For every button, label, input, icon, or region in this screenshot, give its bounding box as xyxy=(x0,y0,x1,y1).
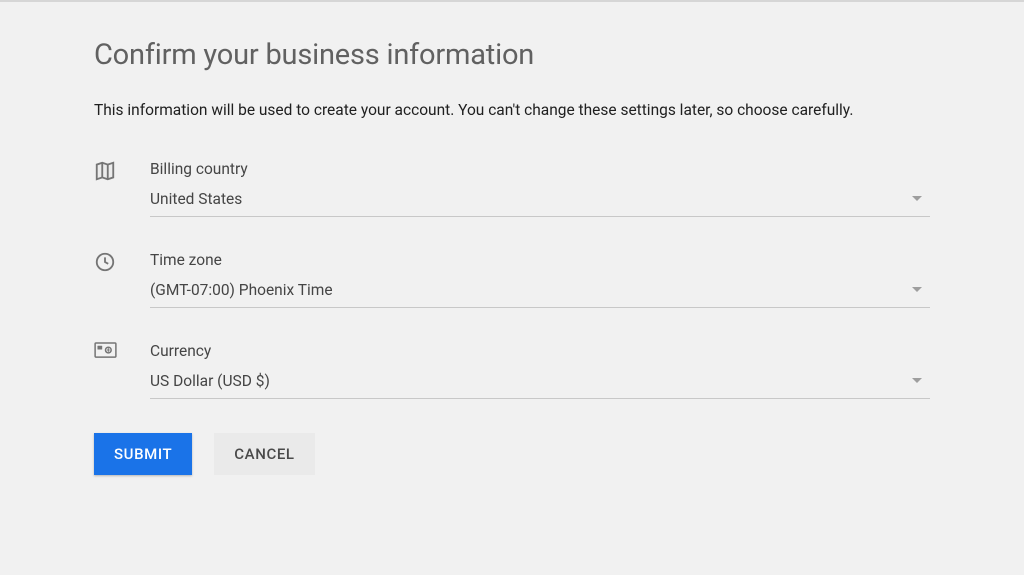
submit-button[interactable]: Submit xyxy=(94,433,192,475)
currency-value: US Dollar (USD $) xyxy=(150,372,270,390)
currency-card-icon xyxy=(94,342,150,359)
chevron-down-icon xyxy=(912,378,922,383)
chevron-down-icon xyxy=(912,196,922,201)
clock-icon xyxy=(94,251,150,273)
page-subtitle: This information will be used to create … xyxy=(94,100,930,122)
cancel-button[interactable]: Cancel xyxy=(214,433,314,475)
billing-country-label: Billing country xyxy=(150,160,930,178)
time-zone-dropdown[interactable]: (GMT-07:00) Phoenix Time xyxy=(150,281,930,308)
chevron-down-icon xyxy=(912,287,922,292)
time-zone-value: (GMT-07:00) Phoenix Time xyxy=(150,281,333,299)
field-time-zone: Time zone (GMT-07:00) Phoenix Time xyxy=(94,251,930,308)
page-title: Confirm your business information xyxy=(94,38,930,72)
field-billing-country: Billing country United States xyxy=(94,160,930,217)
form-container: Confirm your business information This i… xyxy=(0,2,1024,475)
button-row: Submit Cancel xyxy=(94,433,930,475)
map-icon xyxy=(94,160,150,182)
billing-country-dropdown[interactable]: United States xyxy=(150,190,930,217)
time-zone-label: Time zone xyxy=(150,251,930,269)
currency-label: Currency xyxy=(150,342,930,360)
billing-country-value: United States xyxy=(150,190,242,208)
currency-dropdown[interactable]: US Dollar (USD $) xyxy=(150,372,930,399)
field-currency: Currency US Dollar (USD $) xyxy=(94,342,930,399)
